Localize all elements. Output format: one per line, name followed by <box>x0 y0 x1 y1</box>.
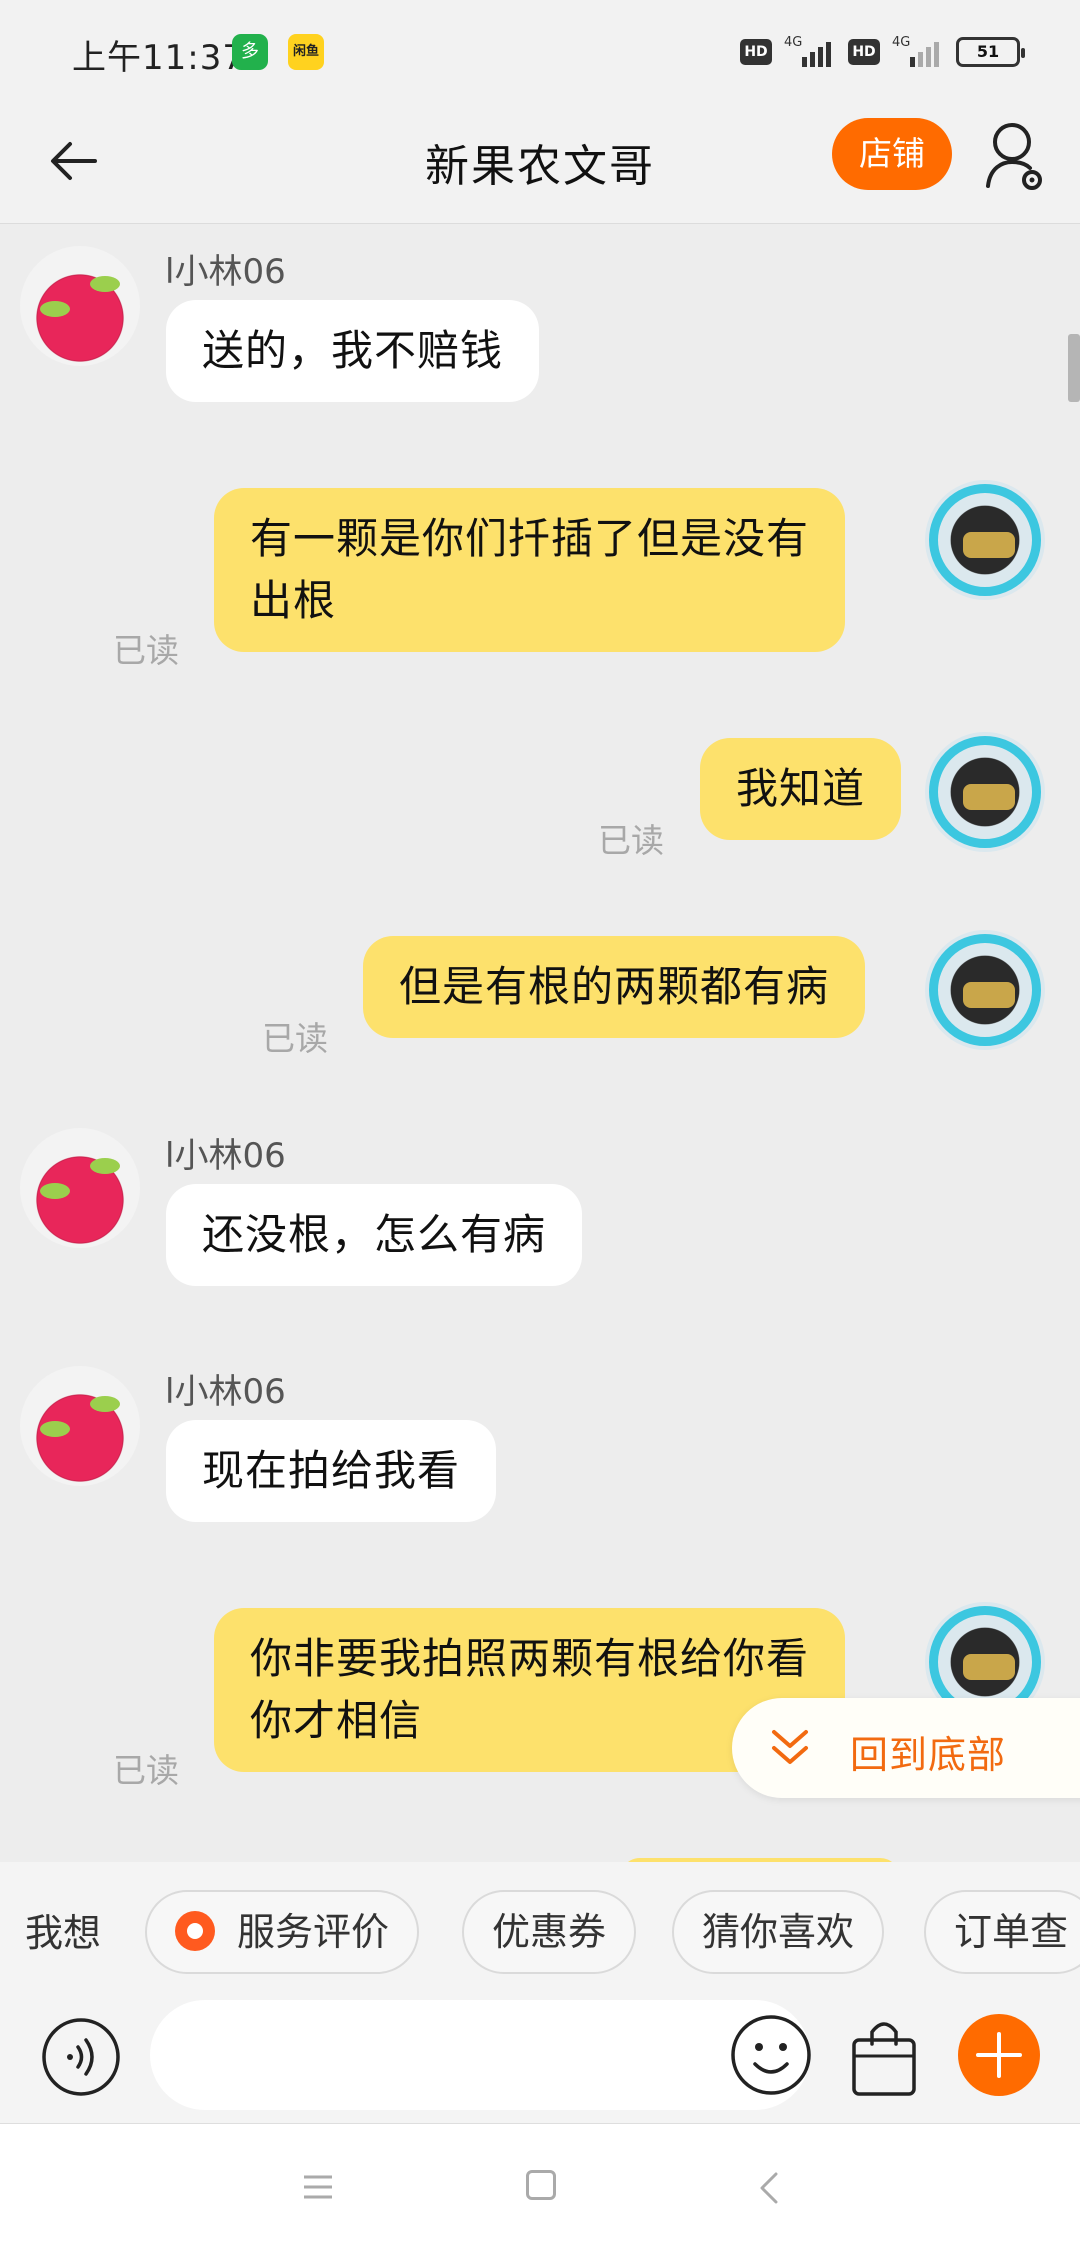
voice-icon <box>42 2018 120 2096</box>
double-chevron-down-icon <box>772 1730 808 1764</box>
shopping-bag-button[interactable] <box>848 2014 920 2100</box>
emoji-button[interactable] <box>728 2012 814 2098</box>
hd-icon: HD <box>740 39 772 65</box>
read-status: 已读 <box>598 821 664 860</box>
quick-actions-label: 我想 <box>25 1911 102 1955</box>
message-text: 你非要我拍照两颗有根给你看 <box>250 1634 810 1683</box>
message-bubble[interactable]: 有一颗是你们扦插了但是没有 出根 <box>214 488 846 652</box>
contact-avatar[interactable] <box>20 246 140 366</box>
contact-avatar[interactable] <box>20 1366 140 1486</box>
chip-label: 服务评价 <box>237 1910 390 1954</box>
message-text: 现在拍给我看 <box>202 1446 461 1495</box>
quick-actions-bar: 我想 服务评价 优惠券 猜你喜欢 订单查 <box>0 1862 1080 1992</box>
system-navigation-bar <box>0 2124 1080 2258</box>
shopping-bag-icon <box>852 2022 916 2096</box>
status-bar: 上午11:37 多 闲鱼 HD 4G HD 4G 51 <box>0 0 1080 100</box>
signal-icon: 4G <box>782 35 838 69</box>
hd-icon: HD <box>848 39 880 65</box>
my-avatar[interactable] <box>925 930 1045 1050</box>
profile-settings-button[interactable] <box>980 116 1050 196</box>
more-button[interactable] <box>958 2014 1040 2096</box>
message-text: 有一颗是你们扦插了但是没有 <box>250 514 810 563</box>
message-text: 你才相信 <box>250 1696 423 1745</box>
scroll-to-bottom-button[interactable]: 回到底部 <box>732 1698 1080 1798</box>
sender-name: l小林06 <box>165 1136 286 1176</box>
chip-label: 优惠券 <box>492 1910 607 1954</box>
sender-name: l小林06 <box>165 252 286 292</box>
network-type-label: 4G <box>784 35 803 50</box>
signal-icon: 4G <box>890 35 946 69</box>
chip-service-review[interactable]: 服务评价 <box>145 1890 420 1974</box>
read-status: 已读 <box>113 1751 179 1790</box>
user-settings-icon <box>986 123 1042 190</box>
message-input-bar <box>0 1992 1080 2124</box>
contact-avatar[interactable] <box>20 1128 140 1248</box>
scrollbar-thumb[interactable] <box>1068 334 1080 402</box>
battery-icon: 51 <box>956 37 1025 67</box>
message-bubble[interactable]: 送的，我不赔钱 <box>166 300 540 402</box>
emoji-icon <box>731 2015 811 2095</box>
my-avatar[interactable] <box>925 480 1045 600</box>
message-bubble[interactable]: 还没根，怎么有病 <box>166 1184 583 1286</box>
shop-button[interactable]: 店铺 <box>832 118 952 190</box>
chip-order-query[interactable]: 订单查 <box>924 1890 1080 1974</box>
chip-label: 订单查 <box>954 1910 1069 1954</box>
chat-message-list[interactable]: l小林06 送的，我不赔钱 有一颗是你们扦插了但是没有 出根 已读 我知道 已读… <box>0 224 1080 1862</box>
status-time: 上午11:37 <box>72 38 245 78</box>
message-bubble[interactable]: 现在拍给我看 <box>166 1420 497 1522</box>
message-text: 还没根，怎么有病 <box>202 1210 547 1259</box>
message-bubble[interactable]: 但是有根的两颗都有病 <box>363 936 866 1038</box>
chip-guess-you-like[interactable]: 猜你喜欢 <box>672 1890 885 1974</box>
home-square-icon[interactable] <box>526 2170 556 2200</box>
plus-icon <box>976 2032 1022 2078</box>
message-text: 我知道 <box>736 764 866 813</box>
network-type-label: 4G <box>892 35 911 50</box>
message-text: 但是有根的两颗都有病 <box>399 962 830 1011</box>
read-status: 已读 <box>262 1019 328 1058</box>
chat-header: 新果农文哥 店铺 <box>0 100 1080 224</box>
flower-icon <box>175 1911 215 1951</box>
my-avatar[interactable] <box>925 732 1045 852</box>
xianyu-notification-icon: 闲鱼 <box>288 34 324 70</box>
chip-label: 猜你喜欢 <box>702 1910 855 1954</box>
message-input[interactable] <box>150 2000 810 2110</box>
scroll-to-bottom-label: 回到底部 <box>850 1733 1007 1777</box>
app-notification-icon: 多 <box>232 34 268 70</box>
message-text: 出根 <box>250 576 337 625</box>
menu-icon[interactable] <box>302 2172 334 2202</box>
status-indicators: HD 4G HD 4G 51 <box>740 32 1025 72</box>
chip-coupon[interactable]: 优惠券 <box>462 1890 637 1974</box>
message-text: 送的，我不赔钱 <box>202 326 504 375</box>
chevron-left-icon[interactable] <box>754 2168 784 2208</box>
read-status: 已读 <box>113 631 179 670</box>
message-bubble[interactable]: 我知道 <box>700 738 902 840</box>
sender-name: l小林06 <box>165 1372 286 1412</box>
voice-button[interactable] <box>40 2016 122 2098</box>
